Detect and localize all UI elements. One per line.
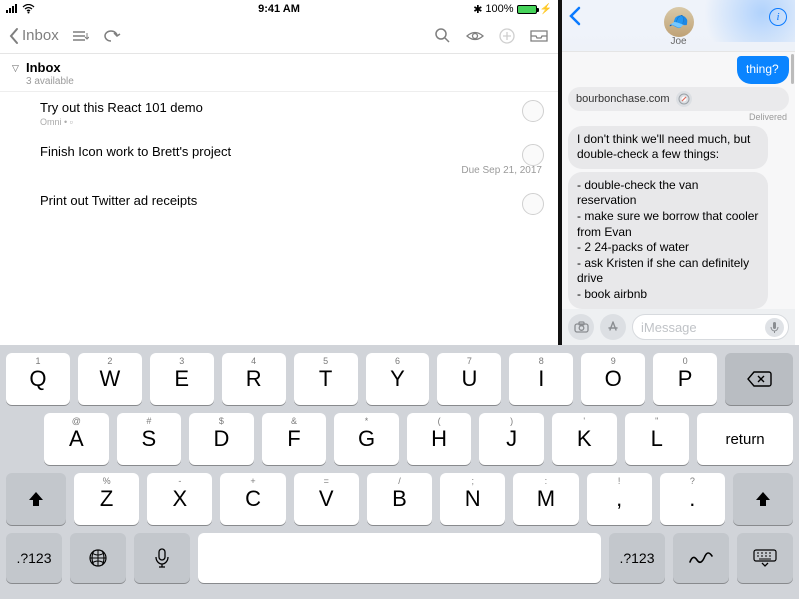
globe-icon bbox=[87, 547, 109, 569]
key-c[interactable]: +C bbox=[220, 473, 285, 525]
key-b[interactable]: /B bbox=[367, 473, 432, 525]
key-row: @A #S $D &F *G (H )J 'K "L return bbox=[6, 413, 793, 465]
key-shift[interactable] bbox=[733, 473, 793, 525]
safari-icon bbox=[676, 91, 692, 107]
microphone-icon bbox=[154, 547, 170, 569]
key-h[interactable]: (H bbox=[407, 413, 472, 465]
task-item[interactable]: Finish Icon work to Brett's project Due … bbox=[0, 136, 558, 185]
messages-scroll[interactable]: thing? bourbonchase.com Delivered I don'… bbox=[562, 52, 795, 309]
key-m[interactable]: :M bbox=[513, 473, 578, 525]
task-checkbox[interactable] bbox=[522, 100, 544, 122]
key-space[interactable] bbox=[198, 533, 601, 583]
key-f[interactable]: &F bbox=[262, 413, 327, 465]
shift-icon bbox=[753, 489, 773, 509]
key-return[interactable]: return bbox=[697, 413, 793, 465]
chevron-left-icon bbox=[8, 27, 20, 45]
task-item[interactable]: Print out Twitter ad receipts bbox=[0, 185, 558, 217]
key-period[interactable]: ?. bbox=[660, 473, 725, 525]
key-k[interactable]: 'K bbox=[552, 413, 617, 465]
key-numbers[interactable]: .?123 bbox=[6, 533, 62, 583]
key-n[interactable]: ;N bbox=[440, 473, 505, 525]
wifi-icon bbox=[22, 4, 35, 14]
key-dictation[interactable] bbox=[134, 533, 190, 583]
key-e[interactable]: 3E bbox=[150, 353, 214, 405]
dictation-icon[interactable] bbox=[765, 318, 784, 337]
messages-back-button[interactable] bbox=[568, 6, 582, 26]
key-g[interactable]: *G bbox=[334, 413, 399, 465]
status-time: 9:41 AM bbox=[188, 3, 370, 15]
key-shift[interactable] bbox=[6, 473, 66, 525]
key-w[interactable]: 2W bbox=[78, 353, 142, 405]
outgoing-bubble[interactable]: thing? bbox=[737, 56, 789, 84]
scroll-indicator bbox=[791, 54, 794, 84]
key-i[interactable]: 8I bbox=[509, 353, 573, 405]
task-checkbox[interactable] bbox=[522, 144, 544, 166]
tasks-pane: 9:41 AM ✱ 100% ⚡ Inbox bbox=[0, 0, 562, 345]
key-d[interactable]: $D bbox=[189, 413, 254, 465]
inbox-tray-icon[interactable] bbox=[528, 25, 550, 47]
add-icon[interactable] bbox=[496, 25, 518, 47]
backspace-icon bbox=[746, 370, 772, 388]
key-z[interactable]: %Z bbox=[74, 473, 139, 525]
key-y[interactable]: 6Y bbox=[366, 353, 430, 405]
key-u[interactable]: 7U bbox=[437, 353, 501, 405]
contact-name: Joe bbox=[670, 36, 686, 47]
chevron-down-icon: ▽ bbox=[12, 63, 19, 74]
keyboard-dismiss-icon bbox=[752, 548, 778, 568]
search-icon[interactable] bbox=[432, 25, 454, 47]
appstore-icon[interactable] bbox=[600, 314, 626, 340]
handwriting-icon bbox=[687, 548, 715, 568]
key-backspace[interactable] bbox=[725, 353, 793, 405]
incoming-bubble[interactable]: I don't think we'll need much, but doubl… bbox=[568, 126, 768, 169]
camera-icon[interactable] bbox=[568, 314, 594, 340]
messages-pane: 🧢 Joe i thing? bourbonchase.com Delivere… bbox=[562, 0, 795, 345]
incoming-bubble[interactable]: - double-check the van reservation - mak… bbox=[568, 172, 768, 309]
task-item[interactable]: Try out this React 101 demo Omni • ▫ bbox=[0, 92, 558, 136]
info-icon[interactable]: i bbox=[769, 8, 787, 26]
key-l[interactable]: "L bbox=[625, 413, 690, 465]
key-handwriting[interactable] bbox=[673, 533, 729, 583]
status-left bbox=[6, 4, 188, 14]
message-input-bar: iMessage bbox=[562, 309, 795, 345]
signal-icon bbox=[6, 4, 20, 14]
key-dismiss-keyboard[interactable] bbox=[737, 533, 793, 583]
undo-icon[interactable] bbox=[101, 25, 123, 47]
tasks-list: Try out this React 101 demo Omni • ▫ Fin… bbox=[0, 92, 558, 345]
back-button[interactable]: Inbox bbox=[8, 27, 59, 45]
messages-header: 🧢 Joe i bbox=[562, 0, 795, 52]
task-checkbox[interactable] bbox=[522, 193, 544, 215]
key-row: 1Q 2W 3E 4R 5T 6Y 7U 8I 9O 0P bbox=[6, 353, 793, 405]
key-s[interactable]: #S bbox=[117, 413, 182, 465]
status-right: ✱ 100% ⚡ bbox=[370, 3, 552, 16]
battery-icon bbox=[517, 5, 537, 14]
keyboard: 1Q 2W 3E 4R 5T 6Y 7U 8I 9O 0P @A #S $D &… bbox=[0, 345, 799, 599]
delivered-label: Delivered bbox=[568, 112, 787, 122]
key-row: .?123 .?123 bbox=[6, 533, 793, 583]
shift-icon bbox=[26, 489, 46, 509]
key-j[interactable]: )J bbox=[479, 413, 544, 465]
rich-link-bubble[interactable]: bourbonchase.com bbox=[568, 87, 789, 111]
eye-icon[interactable] bbox=[464, 25, 486, 47]
key-row: %Z -X +C =V /B ;N :M !, ?. bbox=[6, 473, 793, 525]
key-a[interactable]: @A bbox=[44, 413, 109, 465]
key-v[interactable]: =V bbox=[294, 473, 359, 525]
key-numbers[interactable]: .?123 bbox=[609, 533, 665, 583]
key-q[interactable]: 1Q bbox=[6, 353, 70, 405]
key-o[interactable]: 9O bbox=[581, 353, 645, 405]
sort-icon[interactable] bbox=[69, 25, 91, 47]
key-t[interactable]: 5T bbox=[294, 353, 358, 405]
key-comma[interactable]: !, bbox=[587, 473, 652, 525]
status-bar: 9:41 AM ✱ 100% ⚡ bbox=[0, 0, 558, 18]
key-x[interactable]: -X bbox=[147, 473, 212, 525]
tasks-toolbar: Inbox bbox=[0, 18, 558, 54]
message-input[interactable]: iMessage bbox=[632, 314, 789, 340]
key-globe[interactable] bbox=[70, 533, 126, 583]
key-r[interactable]: 4R bbox=[222, 353, 286, 405]
key-p[interactable]: 0P bbox=[653, 353, 717, 405]
inbox-section-header[interactable]: ▽ Inbox 3 available bbox=[0, 54, 558, 92]
